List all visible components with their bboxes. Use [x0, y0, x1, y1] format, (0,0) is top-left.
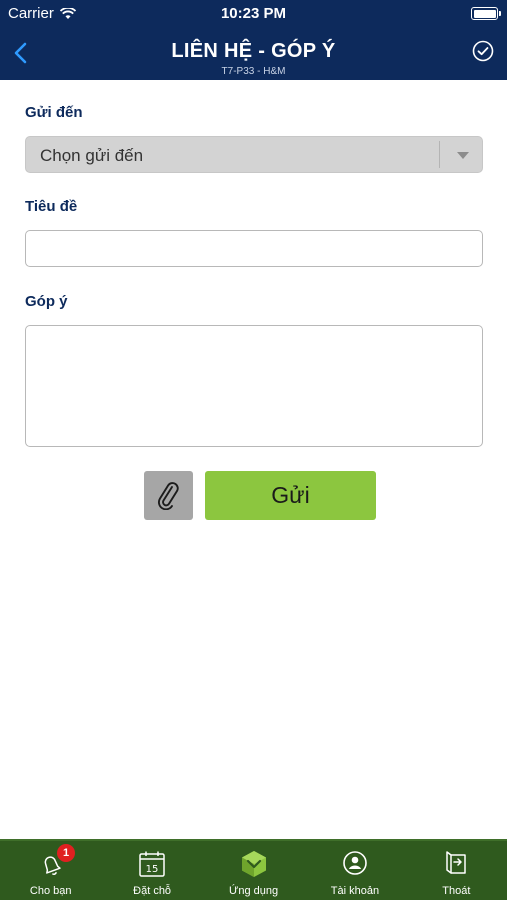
tab-label: Tài khoản: [330, 885, 380, 897]
attach-button[interactable]: [144, 471, 193, 520]
feedback-label: Góp ý: [25, 293, 68, 310]
notification-badge: 1: [57, 844, 75, 862]
confirm-check-button[interactable]: [471, 39, 495, 63]
send-to-select[interactable]: Chọn gửi đến: [25, 136, 483, 173]
tab-logout[interactable]: Thoát: [406, 841, 507, 900]
user-account-icon: [343, 851, 367, 875]
chevron-down-icon: [457, 152, 469, 159]
send-to-value: Chọn gửi đến: [40, 146, 144, 165]
battery-icon: [471, 7, 501, 20]
tab-apps[interactable]: Ứng dụng: [203, 841, 304, 900]
status-bar: Carrier 10:23 PM: [0, 0, 507, 26]
nav-bar: LIÊN HỆ - GÓP Ý T7-P33 - H&M: [0, 26, 507, 80]
header: Carrier 10:23 PM LIÊN HỆ - GÓP Ý T7-P33 …: [0, 0, 507, 80]
page-title: LIÊN HỆ - GÓP Ý: [171, 40, 336, 62]
subject-input[interactable]: [25, 230, 483, 267]
tab-label: Đặt chỗ: [133, 885, 172, 897]
logout-icon: [446, 851, 467, 874]
apps-cube-icon: [241, 851, 266, 877]
tab-label: Cho bạn: [29, 885, 72, 897]
status-time: 10:23 PM: [220, 5, 287, 22]
feedback-textarea[interactable]: [25, 325, 483, 447]
select-divider: [439, 141, 440, 168]
send-to-label: Gửi đến: [25, 104, 83, 121]
page-subtitle: T7-P33 - H&M: [221, 66, 286, 77]
calendar-icon: 15: [139, 851, 165, 877]
tab-booking[interactable]: 15 Đặt chỗ: [101, 841, 202, 900]
paperclip-icon: [157, 482, 179, 510]
tab-bar: 1 Cho bạn 15 Đặt chỗ Ứng dụng Tài khoản: [0, 839, 507, 900]
subject-label: Tiêu đề: [25, 198, 78, 215]
tab-for-you[interactable]: 1 Cho bạn: [0, 841, 101, 900]
tab-label: Thoát: [442, 885, 471, 897]
tab-account[interactable]: Tài khoản: [304, 841, 405, 900]
calendar-day: 15: [146, 864, 159, 875]
send-button[interactable]: Gửi: [205, 471, 376, 520]
tab-label: Ứng dụng: [228, 885, 279, 897]
